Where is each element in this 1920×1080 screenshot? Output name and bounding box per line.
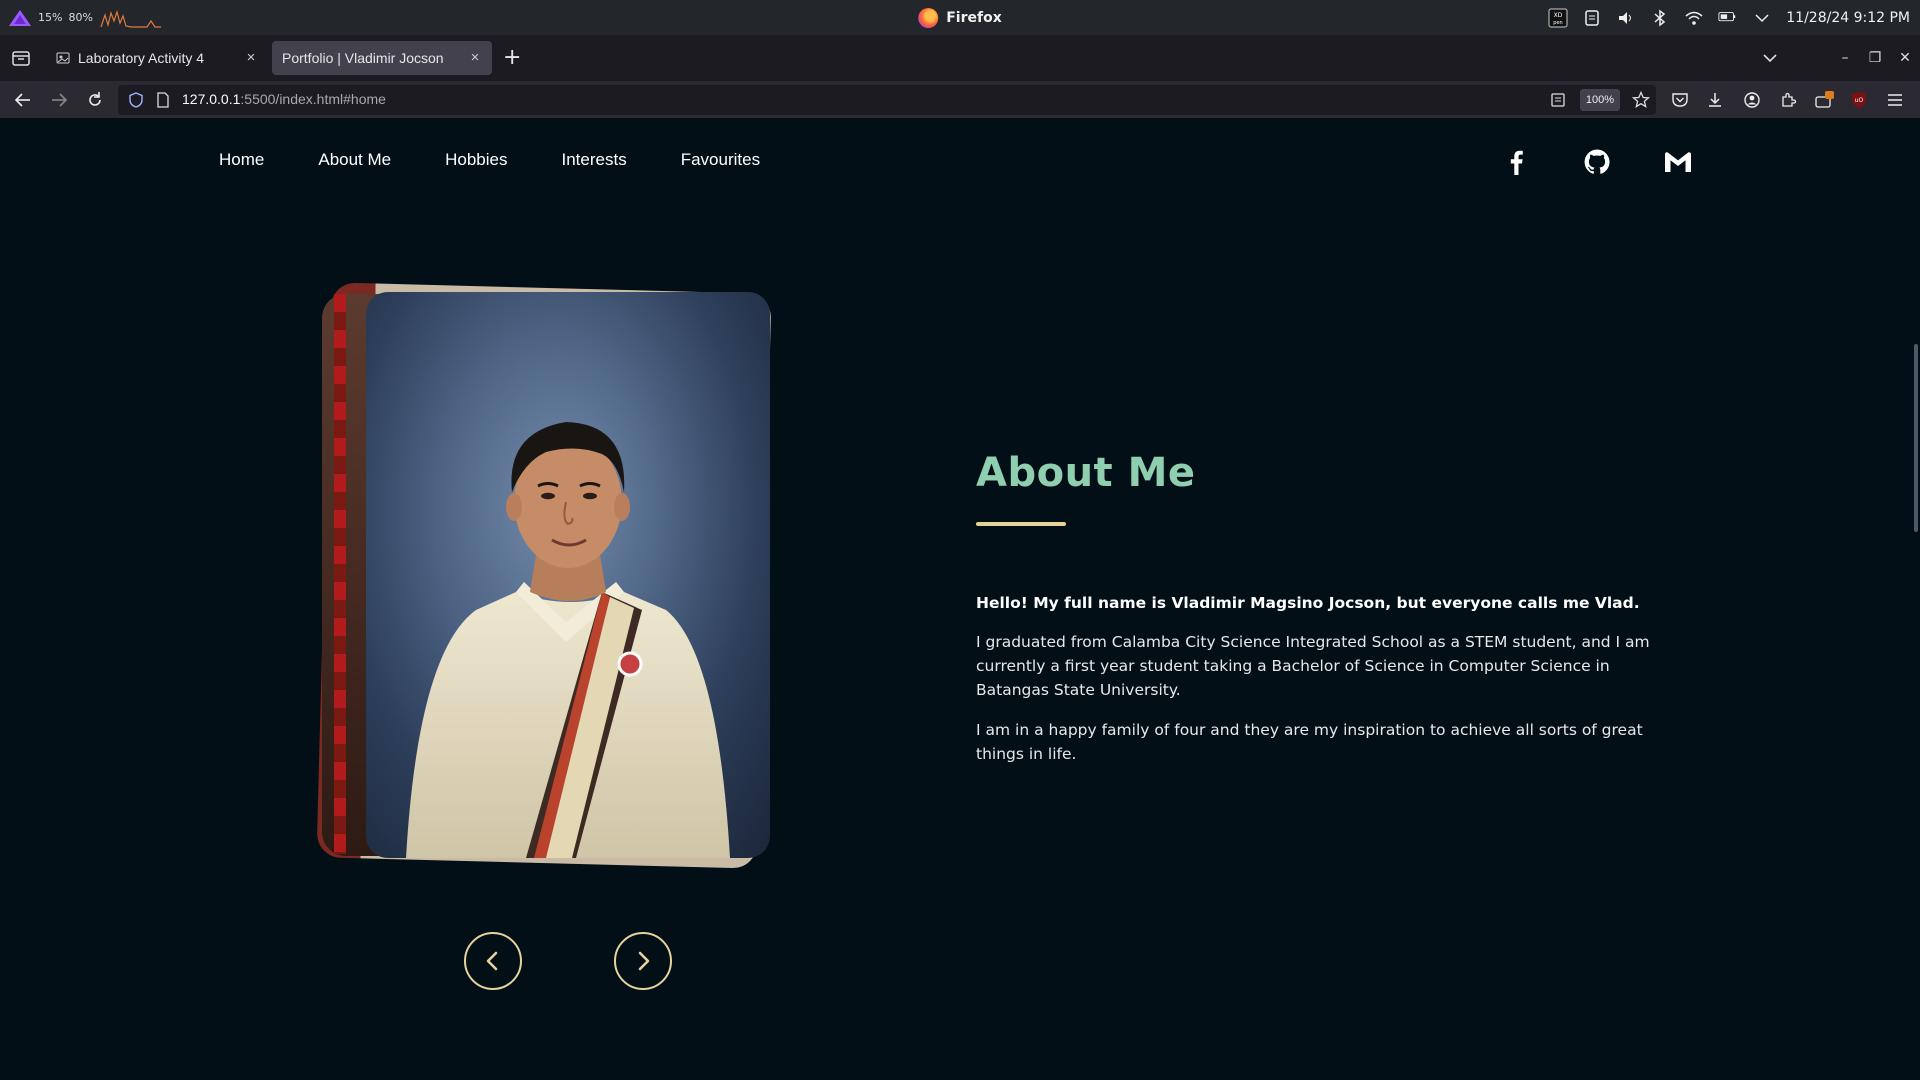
clipboard-icon[interactable] [1582,8,1602,28]
pocket-icon[interactable] [1669,89,1691,111]
url-bar[interactable]: 127.0.0.1:5500/index.html#home 100% [118,85,1656,115]
page-info-icon[interactable] [156,92,170,108]
tab-laboratory-activity[interactable]: Laboratory Activity 4 × [46,41,268,75]
about-paragraph-family: I am in a happy family of four and they … [976,721,1643,763]
window-title: Firefox [918,0,1002,35]
url-text[interactable]: 127.0.0.1:5500/index.html#home [182,91,386,107]
site-navigation: Home About Me Hobbies Interests Favourit… [219,150,760,170]
about-paragraph-education: I graduated from Calamba City Science In… [976,633,1650,699]
svg-text:XD: XD [1554,12,1563,19]
carousel-next-button[interactable] [614,932,672,990]
about-section: About Me Hello! My full name is Vladimir… [976,450,1656,766]
tab-close-icon[interactable]: × [244,50,258,65]
page-scrollbar[interactable] [1912,120,1920,1080]
title-underline [976,522,1066,526]
svg-text:pen: pen [1554,20,1563,26]
volume-icon[interactable] [1616,8,1636,28]
facebook-icon[interactable] [1502,148,1530,176]
browser-navigation-bar: 127.0.0.1:5500/index.html#home 100% uO [0,81,1920,119]
os-top-bar: 15% 80% Firefox XD pen 11/28/24 9:12 PM [0,0,1920,35]
social-links [1502,148,1692,176]
about-lead: Hello! My full name is Vladimir Magsino … [976,594,1640,612]
downloads-icon[interactable] [1704,89,1726,111]
os-left-tray: 15% 80% [8,0,163,35]
photo-carousel [316,282,780,869]
chevron-left-icon [486,951,498,971]
scrollbar-thumb[interactable] [1914,344,1918,532]
window-controls: – ❐ ✕ [1830,35,1920,81]
page-viewport: Home About Me Hobbies Interests Favourit… [0,120,1920,1080]
memory-usage: 80% [68,11,93,24]
extensions-icon[interactable] [1777,89,1799,111]
bluetooth-icon[interactable] [1650,8,1670,28]
url-path: :5500/index.html#home [240,91,386,107]
carousel-card-back-stripe [334,294,346,854]
restore-icon[interactable]: ❐ [1860,50,1890,66]
firefox-view-icon[interactable] [10,47,32,69]
nav-about-me[interactable]: About Me [318,150,391,170]
tab-label: Laboratory Activity 4 [78,50,205,66]
tracking-protection-shield-icon[interactable] [128,92,144,108]
nav-interests[interactable]: Interests [562,150,627,170]
zoom-level[interactable]: 100% [1580,89,1620,111]
nav-home[interactable]: Home [219,150,264,170]
bookmark-star-icon[interactable] [1632,91,1650,109]
tab-label: Portfolio | Vladimir Jocson [282,50,444,66]
url-host: 127.0.0.1 [182,91,241,107]
about-title: About Me [976,450,1196,496]
reload-button[interactable] [84,89,106,111]
nav-favourites[interactable]: Favourites [681,150,760,170]
wifi-icon[interactable] [1684,8,1704,28]
list-all-tabs-icon[interactable] [1760,48,1780,68]
github-icon[interactable] [1583,148,1611,176]
gmail-icon[interactable] [1664,148,1692,176]
nav-hobbies[interactable]: Hobbies [445,150,507,170]
app-launcher-icon[interactable] [8,9,32,27]
close-window-icon[interactable]: ✕ [1890,50,1920,66]
chevron-right-icon [638,951,650,971]
tray-expand-icon[interactable] [1752,8,1772,28]
tab-close-icon[interactable]: × [468,50,482,65]
ublock-origin-icon[interactable]: uO [1848,89,1870,111]
extension-badge-icon[interactable] [1813,89,1835,111]
system-monitor-graph-icon [100,9,161,28]
browser-tab-strip: Laboratory Activity 4 × Portfolio | Vlad… [0,35,1920,81]
svg-text:uO: uO [1855,97,1864,104]
firefox-icon [918,7,939,28]
forward-button[interactable] [48,89,70,111]
portrait-illustration [366,292,770,858]
page-favicon-icon [56,52,70,64]
carousel-prev-button[interactable] [464,932,522,990]
cpu-usage: 15% [38,11,63,24]
back-button[interactable] [12,89,34,111]
minimize-icon[interactable]: – [1830,50,1860,66]
app-title: Firefox [946,9,1002,26]
new-tab-button[interactable]: + [503,47,521,69]
account-icon[interactable] [1741,89,1763,111]
profile-photo [366,292,770,858]
tab-portfolio[interactable]: Portfolio | Vladimir Jocson × [272,41,492,75]
clock[interactable]: 11/28/24 9:12 PM [1786,10,1910,26]
menu-hamburger-icon[interactable] [1884,89,1906,111]
battery-icon[interactable] [1718,8,1738,28]
reader-view-icon[interactable] [1550,92,1566,108]
system-tray: XD pen 11/28/24 9:12 PM [1548,0,1910,35]
xdpen-icon[interactable]: XD pen [1548,8,1568,28]
